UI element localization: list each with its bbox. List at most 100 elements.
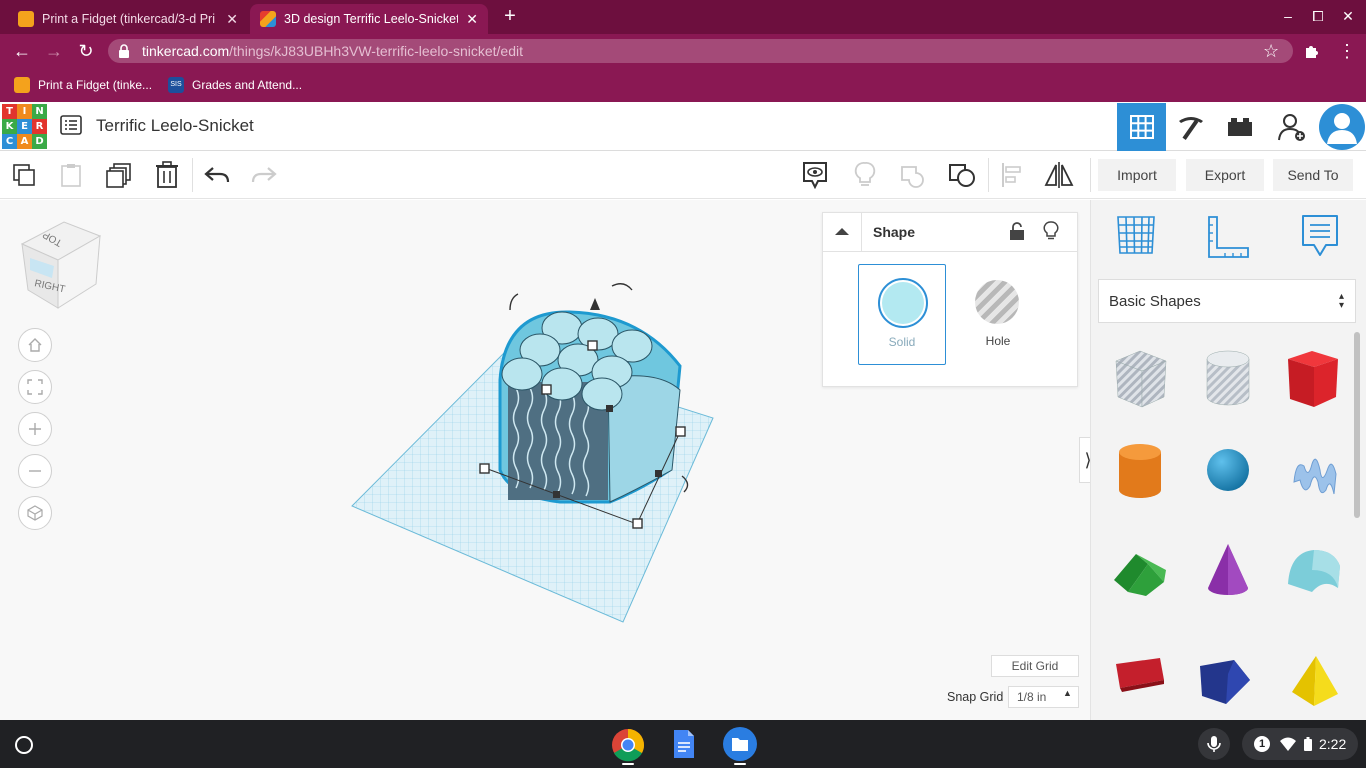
tab-3d-design[interactable]: 3D design Terrific Leelo-Snicket | ✕ xyxy=(250,4,488,34)
import-button[interactable]: Import xyxy=(1098,159,1176,191)
view-cube[interactable]: TOP RIGHT xyxy=(18,218,104,312)
shape-cylinder-hole[interactable] xyxy=(1198,345,1258,411)
shape-box[interactable] xyxy=(1284,345,1344,411)
shape-scribble[interactable] xyxy=(1288,446,1342,500)
navy-box-icon xyxy=(1200,660,1250,704)
paste-button[interactable] xyxy=(54,158,88,192)
redo-button[interactable] xyxy=(247,158,281,192)
resize-handle[interactable] xyxy=(479,463,490,474)
edit-grid-button[interactable]: Edit Grid xyxy=(991,655,1079,677)
design-title[interactable]: Terrific Leelo-Snicket xyxy=(96,116,254,136)
minus-icon xyxy=(29,470,41,472)
tinkercad-favicon-icon xyxy=(14,77,30,93)
zoom-in-button[interactable] xyxy=(18,412,52,446)
snap-grid-select[interactable]: 1/8 in ▲ xyxy=(1008,686,1079,708)
resize-handle[interactable] xyxy=(541,384,552,395)
reload-icon[interactable]: ↻ xyxy=(74,39,98,63)
user-avatar-icon xyxy=(1327,113,1357,144)
avatar[interactable] xyxy=(1319,104,1365,150)
solid-swatch xyxy=(878,278,928,328)
menu-kebab-icon[interactable]: ⋮ xyxy=(1338,41,1356,62)
collapse-panel-button[interactable] xyxy=(822,212,862,252)
restore-icon[interactable]: ⧠ xyxy=(1308,8,1328,26)
mirror-button[interactable] xyxy=(1042,158,1076,192)
design-list-icon[interactable] xyxy=(60,115,82,135)
tab-print-a-fidget[interactable]: Print a Fidget (tinkercad/3-d Pri ✕ xyxy=(8,4,248,34)
shape-category-select[interactable]: Basic Shapes ▴ ▾ xyxy=(1098,279,1356,323)
resize-handle[interactable] xyxy=(606,405,613,412)
perspective-button[interactable] xyxy=(18,496,52,530)
back-icon[interactable]: ← xyxy=(10,39,34,63)
resize-handle[interactable] xyxy=(553,491,560,498)
delete-button[interactable] xyxy=(150,158,184,192)
minimize-icon[interactable]: – xyxy=(1278,8,1298,26)
workplane-scene[interactable] xyxy=(340,270,730,630)
shape-cylinder[interactable] xyxy=(1112,440,1168,504)
workplane-tool-button[interactable] xyxy=(1114,213,1158,257)
ungroup-button[interactable] xyxy=(945,158,979,192)
logo-letter: T xyxy=(2,104,17,119)
notes-tool-button[interactable] xyxy=(1300,213,1340,259)
resize-handle[interactable] xyxy=(655,470,662,477)
resize-handle[interactable] xyxy=(675,426,686,437)
tinkercad-logo[interactable]: T I N K E R C A D xyxy=(2,104,47,149)
shape-text[interactable] xyxy=(1112,650,1168,694)
group-button[interactable] xyxy=(896,158,930,192)
bookmark-star-icon[interactable]: ☆ xyxy=(1263,41,1279,62)
fit-view-button[interactable] xyxy=(18,370,52,404)
files-app-icon[interactable] xyxy=(723,727,757,761)
shape-roof[interactable] xyxy=(1110,542,1170,598)
bookmark-print-a-fidget[interactable]: Print a Fidget (tinke... xyxy=(14,76,152,94)
close-tab-icon[interactable]: ✕ xyxy=(226,11,238,28)
ruler-tool-button[interactable] xyxy=(1206,215,1250,259)
rotate-handle-icon[interactable] xyxy=(509,293,519,311)
notes-button[interactable] xyxy=(798,158,832,192)
red-box-icon xyxy=(1288,351,1338,407)
copy-button[interactable] xyxy=(7,158,41,192)
shape-sphere[interactable] xyxy=(1204,446,1252,494)
align-button[interactable] xyxy=(995,158,1029,192)
invite-user-button[interactable] xyxy=(1267,103,1316,151)
lock-icon[interactable] xyxy=(118,43,130,59)
lift-handle-icon[interactable] xyxy=(590,298,600,310)
resize-handle[interactable] xyxy=(632,518,643,529)
shape-cone[interactable] xyxy=(1204,540,1252,600)
home-view-button[interactable] xyxy=(18,328,52,362)
close-tab-icon[interactable]: ✕ xyxy=(466,11,478,28)
light-button[interactable] xyxy=(848,158,882,192)
rotate-handle-icon[interactable] xyxy=(611,283,633,291)
solid-option[interactable]: Solid xyxy=(858,264,946,365)
send-to-button[interactable]: Send To xyxy=(1273,159,1353,191)
sidebar-scrollbar[interactable] xyxy=(1354,332,1360,518)
docs-app-icon[interactable] xyxy=(673,729,695,759)
shape-round-roof[interactable] xyxy=(1284,544,1344,596)
chrome-app-icon[interactable] xyxy=(611,728,645,762)
launcher-icon[interactable] xyxy=(15,736,33,754)
tab-title: 3D design Terrific Leelo-Snicket | xyxy=(284,12,459,26)
hole-option[interactable]: Hole xyxy=(954,264,1042,365)
zoom-out-button[interactable] xyxy=(18,454,52,488)
add-user-icon xyxy=(1277,114,1305,141)
url-path: /things/kJ83UBHh3VW-terrific-leelo-snick… xyxy=(229,43,524,59)
shape-box-wedge[interactable] xyxy=(1198,656,1254,708)
extensions-icon[interactable] xyxy=(1303,42,1321,60)
export-button[interactable]: Export xyxy=(1186,159,1264,191)
shape-box-hole[interactable] xyxy=(1110,345,1174,411)
new-tab-button[interactable]: + xyxy=(498,5,522,29)
visibility-lightbulb-icon[interactable] xyxy=(1043,221,1059,241)
bricks-view-button[interactable] xyxy=(1215,103,1264,151)
align-icon xyxy=(1002,163,1021,187)
3d-view-button[interactable] xyxy=(1117,103,1166,151)
bookmark-grades[interactable]: SIS Grades and Attend... xyxy=(168,76,302,94)
blocks-view-button[interactable] xyxy=(1166,103,1215,151)
lock-toggle-icon[interactable] xyxy=(1009,222,1025,240)
duplicate-button[interactable] xyxy=(102,158,136,192)
resize-handle[interactable] xyxy=(587,340,598,351)
undo-icon xyxy=(204,167,230,183)
undo-button[interactable] xyxy=(200,158,234,192)
shape-pyramid[interactable] xyxy=(1288,652,1342,708)
forward-icon[interactable]: → xyxy=(42,39,66,63)
close-window-icon[interactable]: ✕ xyxy=(1338,8,1358,26)
url-text[interactable]: tinkercad.com/things/kJ83UBHh3VW-terrifi… xyxy=(142,43,523,59)
microphone-button[interactable] xyxy=(1198,728,1230,760)
